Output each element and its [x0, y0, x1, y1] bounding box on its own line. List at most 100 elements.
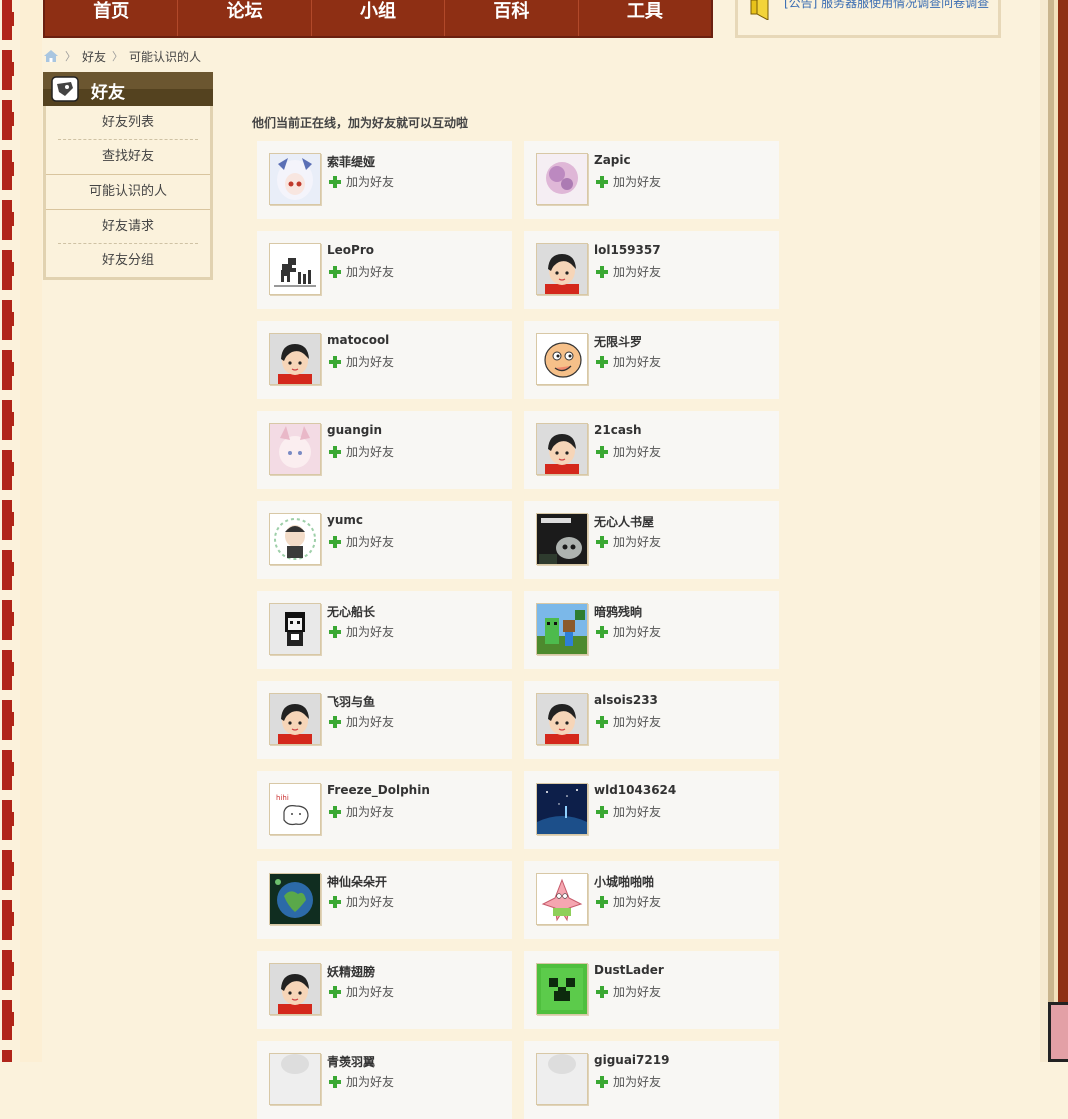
- add-friend-button[interactable]: 加为好友: [596, 1073, 661, 1090]
- friend-avatar[interactable]: [536, 1053, 588, 1105]
- friend-avatar[interactable]: [269, 333, 321, 385]
- friend-avatar[interactable]: [269, 243, 321, 295]
- dinosaur-avatar: [270, 244, 320, 294]
- friend-avatar[interactable]: [536, 333, 588, 385]
- friend-avatar[interactable]: [269, 963, 321, 1015]
- breadcrumb-friends[interactable]: 好友: [82, 48, 106, 65]
- friend-name[interactable]: Zapic: [594, 153, 631, 167]
- sidebar-item-people-you-may-know[interactable]: 可能认识的人: [46, 175, 210, 210]
- friend-avatar[interactable]: hihi: [269, 783, 321, 835]
- home-icon[interactable]: [43, 49, 59, 63]
- nav-home[interactable]: 首页: [45, 0, 179, 36]
- friend-avatar[interactable]: [269, 513, 321, 565]
- friend-name[interactable]: LeoPro: [327, 243, 374, 257]
- add-friend-button[interactable]: 加为好友: [596, 713, 661, 730]
- add-friend-button[interactable]: 加为好友: [329, 263, 394, 280]
- friend-avatar[interactable]: [536, 153, 588, 205]
- online-hint-title: 他们当前正在线，加为好友就可以互动啦: [252, 116, 469, 130]
- friend-name[interactable]: 飞羽与鱼: [327, 693, 375, 710]
- add-friend-label: 加为好友: [613, 265, 662, 279]
- default-boy-avatar: [270, 694, 320, 744]
- friend-name[interactable]: 神仙朵朵开: [327, 873, 387, 890]
- add-friend-button[interactable]: 加为好友: [596, 803, 661, 820]
- nav-groups[interactable]: 小组: [312, 0, 446, 36]
- friend-avatar[interactable]: [536, 423, 588, 475]
- sidebar-item-find-friends[interactable]: 查找好友: [46, 140, 210, 175]
- add-friend-button[interactable]: 加为好友: [596, 893, 661, 910]
- friend-name[interactable]: 索菲缇娅: [327, 153, 375, 170]
- sidebar-menu: 好友列表 查找好友 可能认识的人 好友请求 好友分组: [46, 106, 210, 278]
- add-friend-button[interactable]: 加为好友: [329, 983, 394, 1000]
- friend-avatar[interactable]: [269, 873, 321, 925]
- add-friend-button[interactable]: 加为好友: [329, 623, 394, 640]
- minecraft-scene-avatar: [537, 604, 587, 654]
- add-friend-label: 加为好友: [346, 895, 395, 909]
- friend-avatar[interactable]: [536, 963, 588, 1015]
- left-red-notches: [8, 0, 14, 1062]
- friend-name[interactable]: yumc: [327, 513, 363, 527]
- plus-icon: [596, 805, 608, 818]
- plus-icon: [596, 625, 608, 638]
- nav-forum[interactable]: 论坛: [178, 0, 312, 36]
- friend-name[interactable]: 无心船长: [327, 603, 375, 620]
- friend-avatar[interactable]: [269, 1053, 321, 1105]
- add-friend-button[interactable]: 加为好友: [596, 263, 661, 280]
- friend-name[interactable]: 无心人书屋: [594, 513, 654, 530]
- add-friend-button[interactable]: 加为好友: [596, 533, 661, 550]
- add-friend-button[interactable]: 加为好友: [329, 443, 394, 460]
- add-friend-label: 加为好友: [613, 445, 662, 459]
- add-friend-label: 加为好友: [613, 355, 662, 369]
- add-friend-label: 加为好友: [613, 805, 662, 819]
- plus-icon: [329, 355, 341, 368]
- add-friend-button[interactable]: 加为好友: [329, 713, 394, 730]
- add-friend-button[interactable]: 加为好友: [329, 893, 394, 910]
- friend-card: 无限斗罗加为好友: [524, 321, 779, 399]
- friend-name[interactable]: wld1043624: [594, 783, 676, 797]
- add-friend-button[interactable]: 加为好友: [329, 533, 394, 550]
- add-friend-button[interactable]: 加为好友: [329, 803, 394, 820]
- pig-icon[interactable]: [1048, 1002, 1068, 1062]
- friend-name[interactable]: giguai7219: [594, 1053, 669, 1067]
- friend-name[interactable]: DustLader: [594, 963, 664, 977]
- sidebar-item-friend-requests[interactable]: 好友请求: [46, 210, 210, 244]
- friend-avatar[interactable]: [269, 693, 321, 745]
- friend-avatar[interactable]: [269, 603, 321, 655]
- earth-heart-avatar: [270, 874, 320, 924]
- nav-wiki[interactable]: 百科: [445, 0, 579, 36]
- friend-avatar[interactable]: [536, 783, 588, 835]
- patrick-avatar: [537, 874, 587, 924]
- friend-name[interactable]: matocool: [327, 333, 389, 347]
- sidebar-item-friend-groups[interactable]: 好友分组: [46, 244, 210, 278]
- breadcrumb-current[interactable]: 可能认识的人: [129, 48, 201, 65]
- friend-name[interactable]: alsois233: [594, 693, 658, 707]
- add-friend-button[interactable]: 加为好友: [596, 983, 661, 1000]
- friend-name[interactable]: 小城啪啪啪: [594, 873, 654, 890]
- add-friend-button[interactable]: 加为好友: [329, 353, 394, 370]
- friend-name[interactable]: 无限斗罗: [594, 333, 642, 350]
- friend-name[interactable]: Freeze_Dolphin: [327, 783, 430, 797]
- add-friend-label: 加为好友: [346, 265, 395, 279]
- add-friend-button[interactable]: 加为好友: [596, 623, 661, 640]
- friend-avatar[interactable]: [536, 873, 588, 925]
- friend-name[interactable]: 暗鸦残晌: [594, 603, 642, 620]
- friend-name[interactable]: 妖精翅膀: [327, 963, 375, 980]
- nav-tools[interactable]: 工具: [579, 0, 711, 36]
- announcement-link[interactable]: [公告] 服务器服使用情况调查问卷调查: [784, 0, 994, 10]
- sidebar-item-friend-list[interactable]: 好友列表: [46, 106, 210, 140]
- add-friend-button[interactable]: 加为好友: [329, 1073, 394, 1090]
- friend-avatar[interactable]: [536, 693, 588, 745]
- friend-avatar[interactable]: [269, 153, 321, 205]
- friend-avatar[interactable]: [536, 603, 588, 655]
- right-decorative-border: [1040, 0, 1068, 1062]
- friend-avatar[interactable]: [536, 243, 588, 295]
- add-friend-button[interactable]: 加为好友: [596, 173, 661, 190]
- friend-name[interactable]: guangin: [327, 423, 382, 437]
- friend-avatar[interactable]: [536, 513, 588, 565]
- friend-avatar[interactable]: [269, 423, 321, 475]
- friend-name[interactable]: lol159357: [594, 243, 661, 257]
- add-friend-button[interactable]: 加为好友: [596, 443, 661, 460]
- friend-name[interactable]: 21cash: [594, 423, 642, 437]
- add-friend-button[interactable]: 加为好友: [329, 173, 394, 190]
- add-friend-button[interactable]: 加为好友: [596, 353, 661, 370]
- add-friend-label: 加为好友: [346, 535, 395, 549]
